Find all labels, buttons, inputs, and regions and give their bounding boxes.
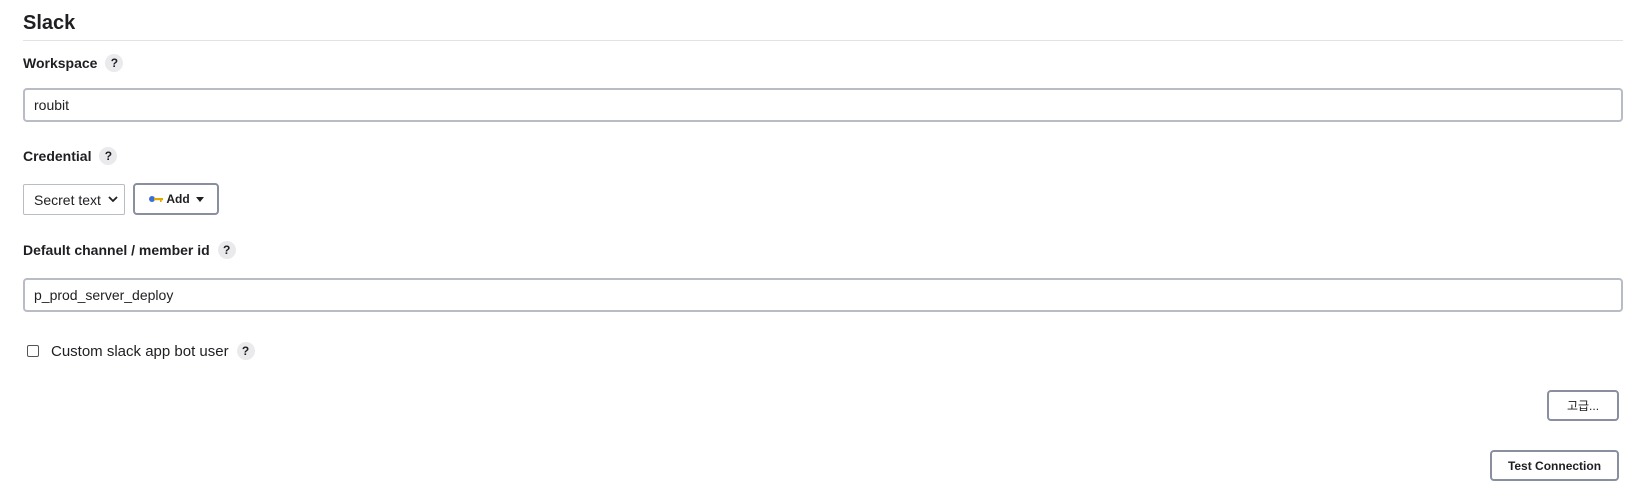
credential-select[interactable]: Secret text (23, 184, 125, 215)
caret-down-icon (195, 194, 204, 204)
custom-bot-checkbox[interactable] (27, 345, 39, 357)
channel-label: Default channel / member id (23, 242, 210, 258)
channel-label-row: Default channel / member id ? (23, 241, 236, 259)
workspace-label-row: Workspace ? (23, 54, 124, 72)
credential-label-row: Credential ? (23, 147, 118, 165)
credential-help-icon[interactable]: ? (99, 147, 118, 165)
custom-bot-label[interactable]: Custom slack app bot user (51, 343, 229, 360)
add-credential-button[interactable]: Add (133, 183, 219, 215)
workspace-label: Workspace (23, 55, 98, 71)
custom-bot-help-icon[interactable]: ? (236, 342, 255, 360)
test-connection-button[interactable]: Test Connection (1490, 450, 1619, 481)
workspace-help-icon[interactable]: ? (105, 54, 124, 72)
credential-select-value: Secret text (34, 191, 101, 208)
workspace-input[interactable] (23, 88, 1623, 122)
default-channel-input[interactable] (23, 278, 1623, 312)
slack-config-section: Slack Workspace ? Credential ? Secret te… (0, 0, 1643, 498)
custom-bot-row: Custom slack app bot user ? (27, 342, 255, 360)
channel-help-icon[interactable]: ? (217, 241, 236, 259)
add-credential-label: Add (166, 192, 190, 206)
advanced-button[interactable]: 고급... (1547, 390, 1619, 421)
section-title: Slack (23, 12, 76, 34)
key-icon (148, 194, 164, 204)
chevron-down-icon (108, 194, 118, 206)
section-divider (23, 40, 1623, 41)
credential-label: Credential (23, 148, 92, 164)
